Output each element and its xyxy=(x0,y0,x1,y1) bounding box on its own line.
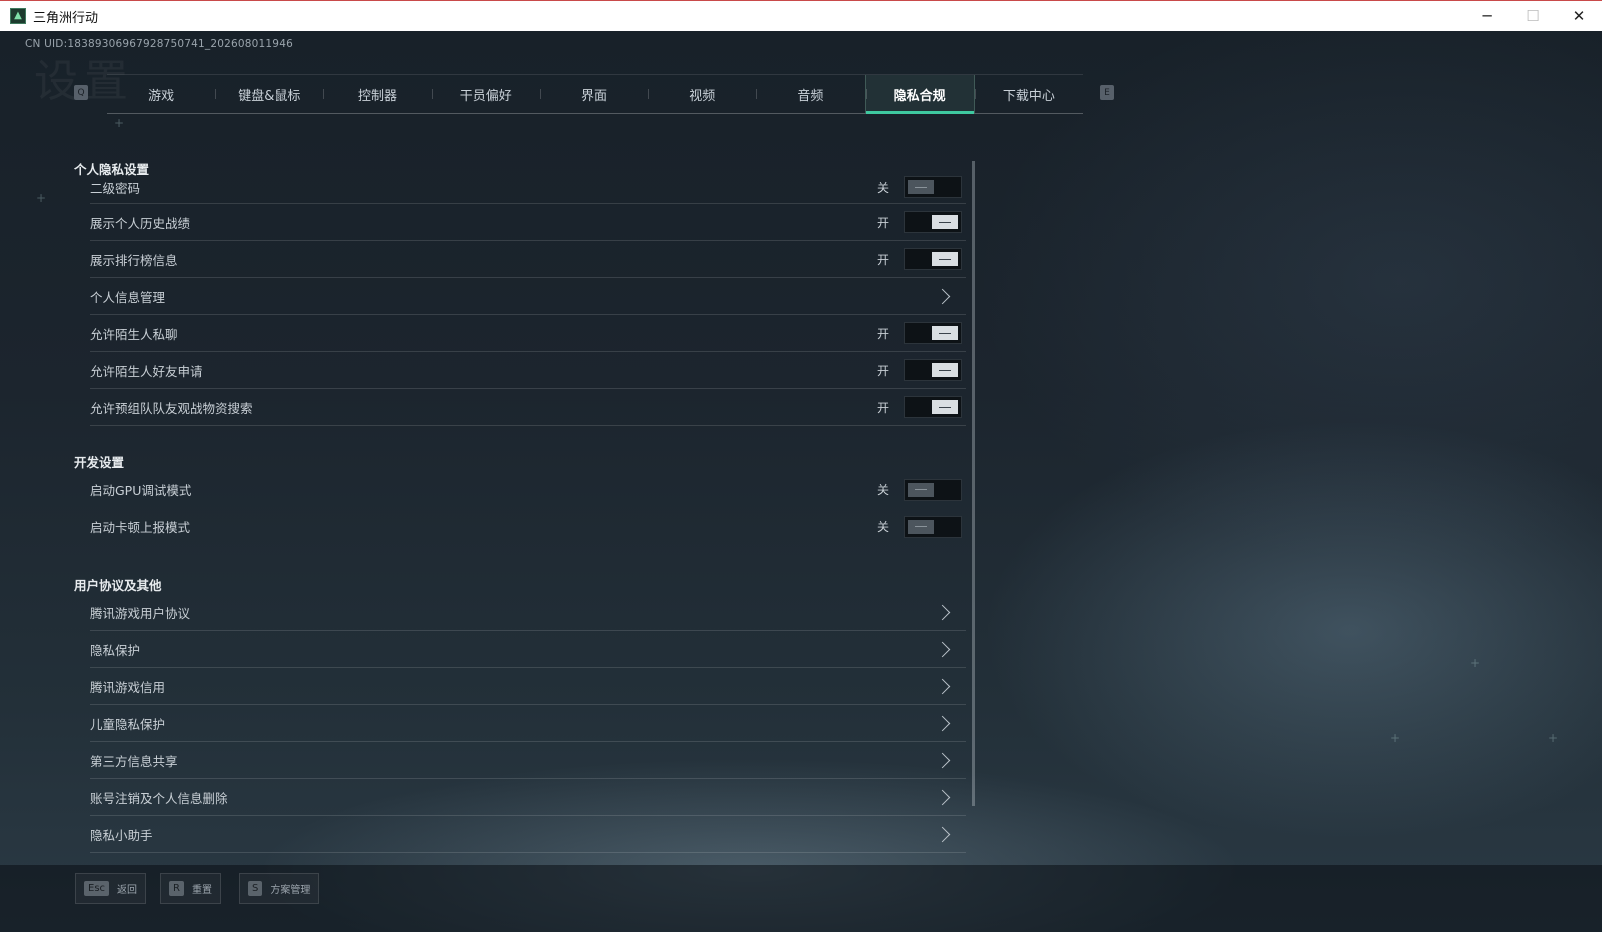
maximize-button[interactable]: ☐ xyxy=(1510,1,1556,31)
tab-privacy-compliance[interactable]: 隐私合规 xyxy=(864,75,975,114)
setting-row-secondary-password[interactable]: 二级密码 关 xyxy=(90,171,966,204)
section-title-dev: 开发设置 xyxy=(74,455,125,470)
back-button[interactable]: Esc 返回 xyxy=(75,873,147,904)
tab-controller[interactable]: 控制器 xyxy=(323,75,431,113)
setting-row-lag-report[interactable]: 启动卡顿上报模式 关 xyxy=(90,508,966,545)
setting-row-show-history[interactable]: 展示个人历史战绩 开 xyxy=(90,204,966,241)
setting-row-stranger-chat[interactable]: 允许陌生人私聊 开 xyxy=(90,315,966,352)
link-row-privacy-assistant[interactable]: 隐私小助手 xyxy=(90,816,966,853)
tab-game[interactable]: 游戏 xyxy=(107,75,215,113)
toggle-state-label: 开 xyxy=(876,400,889,415)
prev-tab-key[interactable]: Q xyxy=(74,85,88,100)
setting-label: 二级密码 xyxy=(90,180,141,196)
link-row-privacy-protection[interactable]: 隐私保护 xyxy=(90,631,966,668)
link-row-account-deletion[interactable]: 账号注销及个人信息删除 xyxy=(90,779,966,816)
tab-keyboard-mouse[interactable]: 键盘&鼠标 xyxy=(215,75,323,113)
crosshair-deco-icon: + xyxy=(1548,731,1559,745)
tab-download-center[interactable]: 下载中心 xyxy=(974,75,1083,113)
setting-label: 展示个人历史战绩 xyxy=(90,215,191,231)
stranger-chat-toggle[interactable] xyxy=(904,322,962,344)
chevron-right-icon xyxy=(934,678,951,694)
secondary-password-toggle[interactable] xyxy=(904,176,962,198)
s-key-icon: S xyxy=(248,881,263,896)
show-leaderboard-toggle[interactable] xyxy=(904,248,962,270)
setting-row-stranger-friend-request[interactable]: 允许陌生人好友申请 开 xyxy=(90,352,966,389)
settings-panel: 个人隐私设置 二级密码 关 展示个人历史战绩 开 展示排行榜信息 开 个人信息管… xyxy=(70,156,980,864)
chevron-right-icon xyxy=(934,715,951,731)
toggle-state-label: 开 xyxy=(876,252,889,267)
gpu-debug-toggle[interactable] xyxy=(904,478,962,501)
setting-label: 展示排行榜信息 xyxy=(90,252,178,268)
toggle-state-label: 开 xyxy=(876,326,889,341)
show-history-toggle[interactable] xyxy=(904,211,962,233)
esc-key-icon: Esc xyxy=(84,881,110,896)
minimize-button[interactable]: ─ xyxy=(1464,1,1510,31)
reset-label: 重置 xyxy=(191,885,212,896)
tab-operator-preference[interactable]: 干员偏好 xyxy=(431,75,540,113)
setting-label: 允许陌生人私聊 xyxy=(90,326,178,342)
scheme-management-button[interactable]: S 方案管理 xyxy=(239,873,320,904)
toggle-state-label: 开 xyxy=(876,363,889,378)
r-key-icon: R xyxy=(169,881,184,896)
setting-label: 允许陌生人好友申请 xyxy=(90,363,203,379)
setting-label: 腾讯游戏信用 xyxy=(90,679,166,695)
lag-report-toggle[interactable] xyxy=(904,515,962,538)
settings-tabs: 游戏 键盘&鼠标 控制器 干员偏好 界面 视频 音频 隐私合规 下载中心 xyxy=(107,74,1083,114)
chevron-right-icon xyxy=(934,826,951,842)
setting-label: 儿童隐私保护 xyxy=(90,716,166,732)
chevron-right-icon xyxy=(934,288,951,304)
toggle-state-label: 关 xyxy=(876,180,889,195)
chevron-right-icon xyxy=(934,641,951,657)
crosshair-deco-icon: + xyxy=(1390,731,1401,745)
game-window: 设置 CN UID:18389306967928750741_202608011… xyxy=(0,31,1602,932)
setting-label: 账号注销及个人信息删除 xyxy=(90,790,228,806)
scheme-management-label: 方案管理 xyxy=(270,885,311,896)
toggle-state-label: 关 xyxy=(876,520,889,534)
link-row-game-credit[interactable]: 腾讯游戏信用 xyxy=(90,668,966,705)
teammate-spectate-search-toggle[interactable] xyxy=(904,396,962,418)
window-titlebar: ▲ 三角洲行动 ─ ☐ ✕ xyxy=(0,0,1602,31)
link-row-child-privacy[interactable]: 儿童隐私保护 xyxy=(90,705,966,742)
next-tab-key[interactable]: E xyxy=(1100,85,1114,100)
section-title-agreements: 用户协议及其他 xyxy=(74,578,162,593)
close-button[interactable]: ✕ xyxy=(1556,1,1602,31)
setting-label: 隐私小助手 xyxy=(90,827,153,843)
setting-label: 第三方信息共享 xyxy=(90,753,178,769)
setting-label: 允许预组队队友观战物资搜索 xyxy=(90,400,253,416)
reset-button[interactable]: R 重置 xyxy=(160,873,221,904)
back-label: 返回 xyxy=(117,885,138,896)
toggle-state-label: 开 xyxy=(876,215,889,230)
crosshair-deco-icon: + xyxy=(1470,656,1481,670)
link-row-user-agreement[interactable]: 腾讯游戏用户协议 xyxy=(90,594,966,631)
app-logo-icon: ▲ xyxy=(10,8,26,24)
chevron-right-icon xyxy=(934,604,951,620)
setting-row-teammate-spectate-search[interactable]: 允许预组队队友观战物资搜索 开 xyxy=(90,389,966,426)
setting-label: 腾讯游戏用户协议 xyxy=(90,605,191,621)
setting-row-gpu-debug[interactable]: 启动GPU调试模式 关 xyxy=(90,471,966,508)
stranger-friend-request-toggle[interactable] xyxy=(904,359,962,381)
uid-label: CN UID:18389306967928750741_202608011946 xyxy=(25,38,293,50)
window-title: 三角洲行动 xyxy=(33,10,99,26)
setting-label: 个人信息管理 xyxy=(90,289,166,305)
setting-label: 隐私保护 xyxy=(90,642,141,658)
settings-scrollbar[interactable] xyxy=(972,161,975,806)
setting-label: 启动卡顿上报模式 xyxy=(90,520,191,535)
setting-row-show-leaderboard[interactable]: 展示排行榜信息 开 xyxy=(90,241,966,278)
chevron-right-icon xyxy=(934,752,951,768)
toggle-state-label: 关 xyxy=(876,483,889,497)
setting-row-personal-info-management[interactable]: 个人信息管理 xyxy=(90,278,966,315)
setting-label: 启动GPU调试模式 xyxy=(90,483,192,498)
crosshair-deco-icon: + xyxy=(114,116,125,130)
crosshair-deco-icon: + xyxy=(36,191,47,205)
chevron-right-icon xyxy=(934,789,951,805)
link-row-third-party-sharing[interactable]: 第三方信息共享 xyxy=(90,742,966,779)
tab-video[interactable]: 视频 xyxy=(648,75,756,113)
tab-interface[interactable]: 界面 xyxy=(539,75,648,113)
tab-audio[interactable]: 音频 xyxy=(756,75,864,113)
